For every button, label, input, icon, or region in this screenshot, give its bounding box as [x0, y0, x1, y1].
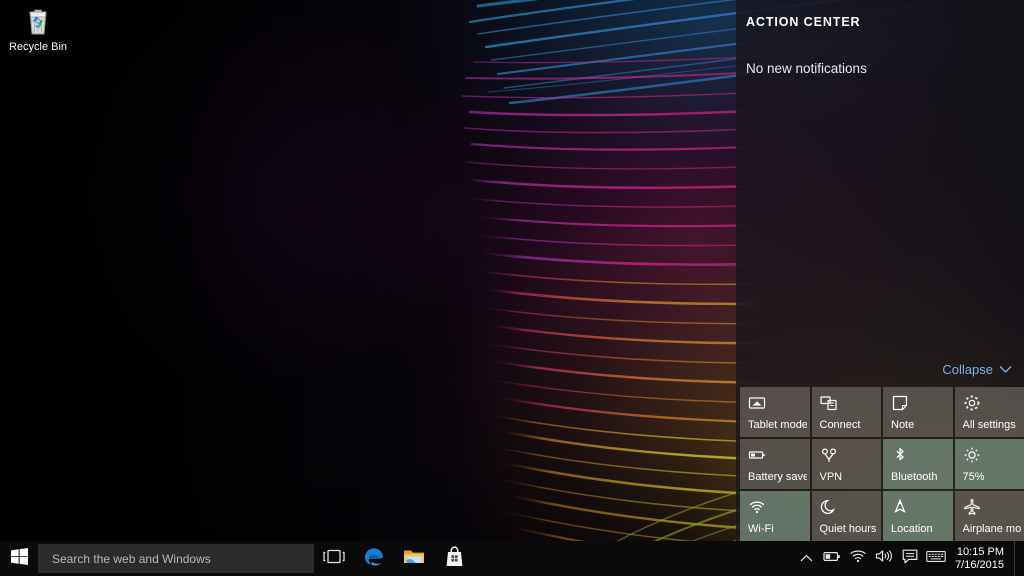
action-center-icon: [902, 549, 918, 569]
clock-date: 7/16/2015: [955, 558, 1004, 571]
quick-action-label: Battery saver: [748, 471, 807, 483]
wifi-icon: [849, 549, 867, 568]
show-desktop-button[interactable]: [1014, 541, 1020, 576]
action-center-notifications-area: [736, 76, 1024, 362]
no-notifications-message: No new notifications: [746, 61, 867, 76]
quick-action-label: Wi-Fi: [748, 523, 774, 535]
collapse-row: Collapse: [736, 362, 1024, 387]
edge-button[interactable]: [354, 541, 394, 576]
brightness-icon: [963, 446, 981, 464]
file-explorer-icon: [403, 547, 425, 571]
quick-action-label: Bluetooth: [891, 471, 938, 483]
collapse-button[interactable]: Collapse: [942, 362, 1012, 377]
task-view-icon: [323, 548, 345, 570]
show-hidden-icons-button[interactable]: [793, 541, 819, 576]
volume-tray-button[interactable]: [871, 541, 897, 576]
quick-action-vpn[interactable]: VPN: [811, 439, 881, 489]
quick-action-bluetooth[interactable]: Bluetooth: [883, 439, 953, 489]
battery-tray-button[interactable]: [819, 541, 845, 576]
store-button[interactable]: [434, 541, 474, 576]
quick-action-label: 75%: [962, 471, 985, 483]
search-placeholder: Search the web and Windows: [52, 551, 211, 566]
quick-action-connect[interactable]: Connect: [811, 387, 881, 437]
recycle-bin-label: Recycle Bin: [8, 41, 68, 53]
action-center-panel: ACTION CENTER No new notifications Colla…: [736, 0, 1024, 541]
quick-action-label: Airplane mode: [962, 523, 1022, 535]
desktop-screen: Recycle Bin ACTION CENTER No new notific…: [0, 0, 1024, 576]
vpn-icon: [820, 446, 838, 464]
quick-action-note[interactable]: Note: [883, 387, 953, 437]
keyboard-icon: [926, 550, 946, 568]
speaker-icon: [875, 549, 893, 568]
note-icon: [891, 394, 909, 412]
windows-store-icon: [445, 545, 464, 572]
quick-action-label: All settings: [962, 419, 1016, 431]
moon-icon: [820, 498, 838, 516]
quick-action-tablet-mode[interactable]: Tablet mode: [740, 387, 810, 437]
recycle-bin-icon: [21, 4, 55, 38]
edge-browser-icon: [363, 545, 385, 572]
airplane-icon: [963, 498, 981, 516]
quick-action-label: Note: [891, 419, 915, 431]
quick-action-wifi[interactable]: Wi-Fi: [740, 491, 810, 541]
quick-action-label: Quiet hours: [819, 523, 877, 535]
clock-time: 10:15 PM: [956, 545, 1004, 558]
quick-action-label: VPN: [819, 471, 843, 483]
connect-icon: [819, 394, 838, 412]
quick-action-label: Location: [891, 523, 933, 535]
collapse-label: Collapse: [942, 362, 993, 377]
quick-action-all-settings[interactable]: All settings: [954, 387, 1024, 437]
quick-actions-grid: Tablet mode Connect Note All settings Ba…: [736, 387, 1024, 541]
clock[interactable]: 10:15 PM 7/16/2015: [949, 541, 1014, 576]
chevron-down-icon: [999, 362, 1012, 377]
desktop-icon-recycle-bin[interactable]: Recycle Bin: [6, 4, 70, 54]
quick-action-location[interactable]: Location: [883, 491, 953, 541]
bluetooth-icon: [891, 446, 909, 464]
quick-action-label: Connect: [819, 419, 861, 431]
quick-action-quiet-hours[interactable]: Quiet hours: [811, 491, 881, 541]
search-input[interactable]: Search the web and Windows: [38, 544, 314, 573]
quick-action-brightness[interactable]: 75%: [954, 439, 1024, 489]
tablet-mode-icon: [748, 394, 766, 412]
task-view-button[interactable]: [314, 541, 354, 576]
network-tray-button[interactable]: [845, 541, 871, 576]
quick-action-airplane-mode[interactable]: Airplane mode: [954, 491, 1024, 541]
quick-action-label: Tablet mode: [748, 419, 807, 431]
action-center-title: ACTION CENTER: [746, 15, 861, 29]
touch-keyboard-button[interactable]: [923, 541, 949, 576]
system-tray: 10:15 PM 7/16/2015: [793, 541, 1024, 576]
location-icon: [891, 498, 909, 516]
battery-icon: [748, 446, 766, 464]
battery-icon: [823, 550, 841, 568]
taskbar: Search the web and Windows 10:15 PM 7/16…: [0, 541, 1024, 576]
action-center-tray-button[interactable]: [897, 541, 923, 576]
file-explorer-button[interactable]: [394, 541, 434, 576]
windows-logo-icon: [10, 547, 28, 570]
start-button[interactable]: [0, 541, 38, 576]
wifi-icon: [748, 498, 766, 516]
gear-icon: [963, 394, 981, 412]
quick-action-battery-saver[interactable]: Battery saver: [740, 439, 810, 489]
chevron-up-icon: [800, 550, 813, 568]
